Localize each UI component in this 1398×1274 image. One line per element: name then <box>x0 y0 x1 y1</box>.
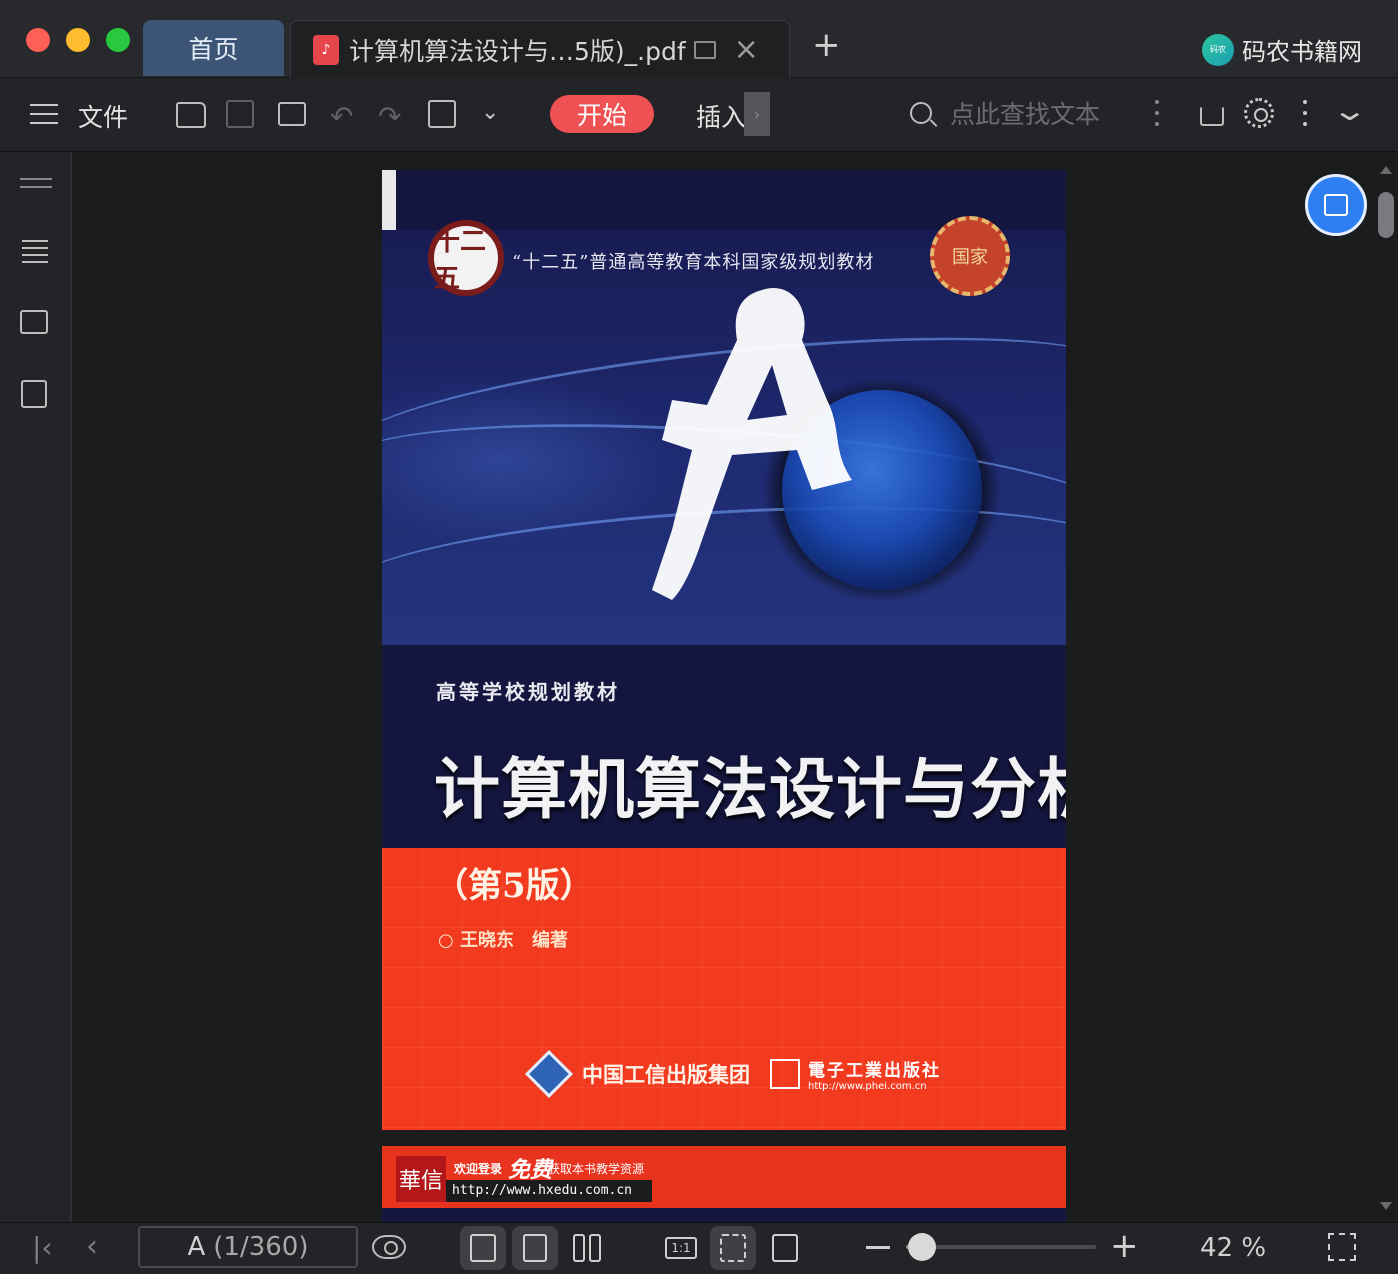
close-window-button[interactable] <box>26 28 50 52</box>
convert-icon <box>1324 194 1348 216</box>
zoom-out-icon[interactable] <box>866 1246 890 1249</box>
close-tab-icon[interactable]: × <box>734 34 759 65</box>
more-options-icon[interactable] <box>1303 100 1307 126</box>
title-bar: 首页 ♪ 计算机算法设计与…5版)_.pdf × + 码农 码农书籍网 <box>0 0 1398 78</box>
fit-width-icon <box>772 1234 798 1262</box>
two-page-icon-left <box>573 1234 585 1262</box>
publisher-name: 電子工業出版社 <box>808 1061 941 1081</box>
huaxin-logo: 華信 <box>396 1156 446 1202</box>
fullscreen-icon[interactable] <box>1328 1233 1356 1261</box>
publisher-url: http://www.phei.com.cn <box>808 1081 927 1092</box>
page-label: A <box>187 1232 206 1262</box>
tab-document-label: 计算机算法设计与…5版)_.pdf <box>349 36 686 66</box>
thumbnail-image-icon[interactable] <box>20 310 48 334</box>
previous-page-icon: ‹ <box>86 1229 98 1264</box>
national-emblem: 国家 <box>930 216 1010 296</box>
series-emblem: 十二五 <box>428 220 504 296</box>
left-sidebar <box>0 152 72 1222</box>
sidebar-collapse-icon[interactable] <box>20 178 52 188</box>
actual-size-button[interactable]: 1:1 <box>658 1226 704 1270</box>
cover-subtitle: 高等学校规划教材 <box>436 680 620 704</box>
undo-icon: ↶ <box>330 100 354 133</box>
scroll-tabs-right-icon[interactable]: › <box>744 92 770 136</box>
scroll-down-arrow-icon[interactable] <box>1380 1202 1392 1210</box>
page-indicator[interactable]: A (1/360) <box>138 1226 358 1268</box>
brand[interactable]: 码农 码农书籍网 <box>1202 32 1362 67</box>
page-count: (1/360) <box>213 1232 309 1262</box>
menu-icon[interactable] <box>30 104 58 124</box>
tab-document[interactable]: ♪ 计算机算法设计与…5版)_.pdf × <box>290 20 790 78</box>
two-page-icon-right <box>589 1234 601 1262</box>
tab-start[interactable]: 开始 <box>550 95 654 133</box>
cover-red-band: （第5版） ○ 王晓东 编著 中国工信出版集团 電子工業出版社 http://w… <box>382 848 1066 1130</box>
brand-logo-icon: 码农 <box>1202 33 1234 66</box>
toolbar-separator-dots <box>1155 100 1159 126</box>
cover-title: 计算机算法设计与分析 <box>434 750 1066 828</box>
page-edge-strip <box>382 170 396 234</box>
collapse-toolbar-chevron-icon[interactable]: ⌄ <box>1331 94 1369 127</box>
monitor-icon[interactable] <box>693 40 716 59</box>
cover-letter-a-graphic <box>652 288 852 600</box>
more-tools-chevron-icon[interactable]: ⌄ <box>481 100 499 125</box>
tab-home[interactable]: 首页 <box>143 20 284 76</box>
zoom-value[interactable]: 42 % <box>1200 1233 1266 1263</box>
save-icon <box>226 100 254 128</box>
phei-logo-icon <box>770 1059 800 1089</box>
tab-insert[interactable]: 插入 <box>696 98 746 134</box>
file-menu[interactable]: 文件 <box>78 98 128 134</box>
toolbar: 文件 ↶ ↷ ⌄ 开始 插入 › ⌄ <box>0 78 1398 152</box>
fit-width-button[interactable] <box>762 1226 808 1270</box>
cover-publisher: 中国工信出版集团 電子工業出版社 http://www.phei.com.cn <box>524 1049 941 1099</box>
status-bar: |‹ ‹ A (1/360) 1:1 + 42 % <box>0 1222 1398 1274</box>
tab-home-label: 首页 <box>188 35 239 64</box>
pdf-page-2: 華信 欢迎登录 免费 获取本书教学资源 http://www.hxedu.com… <box>382 1146 1066 1222</box>
zoom-window-button[interactable] <box>106 28 130 52</box>
publisher-group-name: 中国工信出版集团 <box>582 1062 750 1087</box>
convert-to-word-icon[interactable] <box>428 100 456 128</box>
publisher-group-logo-icon <box>524 1049 574 1099</box>
single-page-button[interactable] <box>512 1226 558 1270</box>
hxedu-banner: 華信 欢迎登录 免费 获取本书教学资源 http://www.hxedu.com… <box>382 1146 1066 1208</box>
banner-welcome: 欢迎登录 <box>454 1162 503 1176</box>
print-icon[interactable] <box>278 102 306 126</box>
outline-list-icon[interactable] <box>22 240 48 263</box>
pdf-file-icon: ♪ <box>313 34 339 65</box>
phei-block: 電子工業出版社 http://www.phei.com.cn <box>808 1056 941 1092</box>
single-page-icon <box>523 1234 547 1262</box>
brand-name: 码农书籍网 <box>1242 38 1362 66</box>
zoom-in-icon[interactable]: + <box>1110 1229 1139 1263</box>
scroll-thumb[interactable] <box>1378 192 1394 238</box>
convert-document-icon[interactable] <box>21 380 47 408</box>
new-tab-button[interactable]: + <box>812 28 841 62</box>
zoom-slider[interactable] <box>906 1233 1096 1261</box>
vertical-scrollbar[interactable] <box>1378 160 1394 1210</box>
minimize-window-button[interactable] <box>66 28 90 52</box>
share-icon[interactable] <box>1200 106 1224 126</box>
convert-floating-button[interactable] <box>1305 174 1367 236</box>
reading-mode-eye-icon[interactable] <box>372 1235 406 1259</box>
zoom-slider-thumb[interactable] <box>908 1233 936 1261</box>
first-page-icon: |‹ <box>32 1231 53 1264</box>
redo-icon: ↷ <box>378 100 402 133</box>
scroll-up-arrow-icon[interactable] <box>1380 166 1392 174</box>
search-input[interactable] <box>950 96 1130 132</box>
banner-tail: 获取本书教学资源 <box>548 1162 645 1176</box>
continuous-scroll-button[interactable] <box>460 1226 506 1270</box>
two-page-button[interactable] <box>564 1226 610 1270</box>
fit-page-icon <box>720 1234 746 1262</box>
open-folder-icon[interactable] <box>176 102 206 128</box>
cover-edition: （第5版） <box>434 866 594 906</box>
fit-page-button[interactable] <box>710 1226 756 1270</box>
actual-size-icon: 1:1 <box>665 1237 697 1259</box>
cover-series-text: “十二五”普通高等教育本科国家级规划教材 <box>512 252 875 273</box>
settings-gear-icon[interactable] <box>1244 98 1274 128</box>
document-viewport[interactable]: 十二五 “十二五”普通高等教育本科国家级规划教材 国家 高等学校规划教材 计算机… <box>74 152 1376 1222</box>
pdf-page-1: 十二五 “十二五”普通高等教育本科国家级规划教材 国家 高等学校规划教材 计算机… <box>382 170 1066 1130</box>
search-icon <box>910 102 932 124</box>
banner-url: http://www.hxedu.com.cn <box>446 1180 652 1202</box>
continuous-scroll-icon <box>470 1234 496 1262</box>
cover-author: ○ 王晓东 编著 <box>438 930 568 951</box>
